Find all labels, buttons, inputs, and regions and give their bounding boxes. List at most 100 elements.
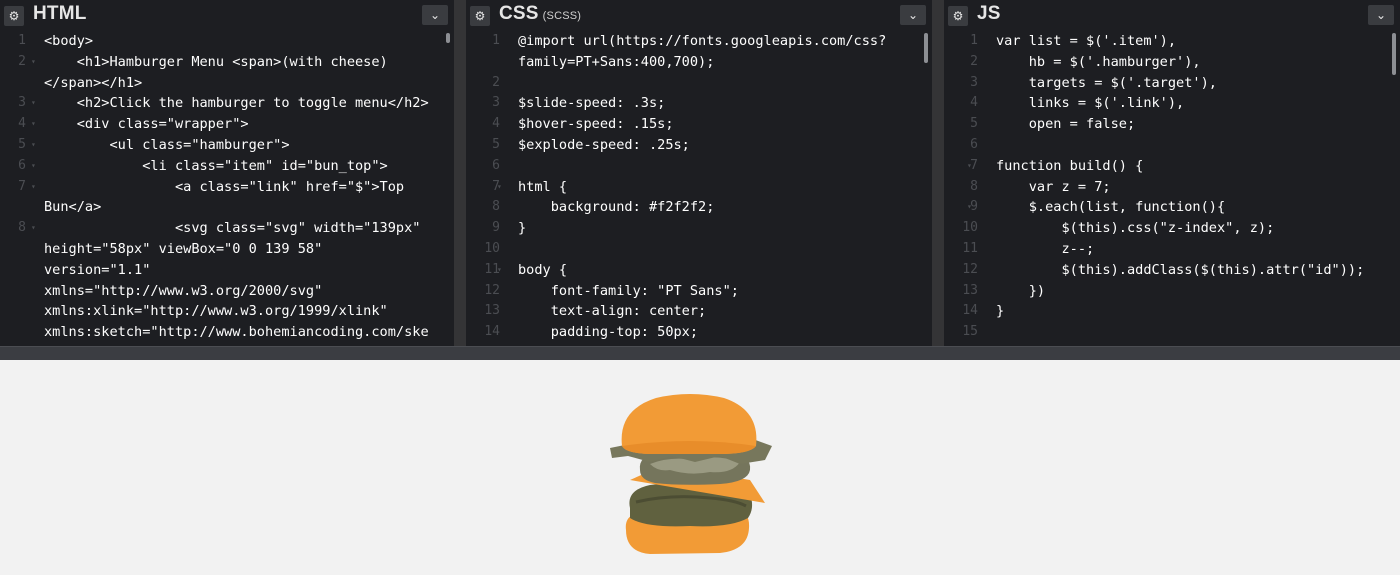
code-line[interactable]: 7 ▾ <a class="link" href="$">Top bbox=[0, 177, 454, 198]
line-number: 7 bbox=[970, 157, 978, 173]
code-line[interactable]: 5 $explode-speed: .25s; bbox=[466, 135, 932, 156]
code-line[interactable]: 8 ▾ <svg class="svg" width="139px" bbox=[0, 218, 454, 239]
code-line[interactable]: 13 }) bbox=[944, 281, 1400, 302]
code-line[interactable]: 2 hb = $('.hamburger'), bbox=[944, 52, 1400, 73]
code-line[interactable]: 11 z--; bbox=[944, 239, 1400, 260]
code-line[interactable]: 12 $(this).addClass($(this).attr("id")); bbox=[944, 260, 1400, 281]
code-line[interactable]: family=PT+Sans:400,700); bbox=[466, 52, 932, 73]
fold-toggle-icon[interactable]: ▾ bbox=[31, 177, 36, 198]
code-line[interactable]: 11 ▾ body { bbox=[466, 260, 932, 281]
line-number: 1 bbox=[492, 33, 500, 48]
code-text: $slide-speed: .3s; bbox=[518, 95, 666, 112]
fold-toggle-icon[interactable]: ▾ bbox=[31, 218, 36, 239]
html-code-editor[interactable]: 1 <body> 2 ▾ <h1>Hamburger Menu <span>(with… bbox=[0, 31, 454, 346]
code-line[interactable]: 8 background: #f2f2f2; bbox=[466, 197, 932, 218]
css-editor-panel: ⚙ CSS (SCSS) ⌄ 1 @import url(https://fonts… bbox=[466, 0, 932, 346]
gear-icon[interactable]: ⚙ bbox=[4, 6, 24, 26]
code-line[interactable]: 9} bbox=[466, 218, 932, 239]
line-number: 9 bbox=[970, 199, 978, 215]
code-text: background: #f2f2f2; bbox=[518, 199, 715, 216]
code-text: $.each(list, function(){ bbox=[996, 199, 1226, 216]
gear-icon[interactable]: ⚙ bbox=[470, 6, 490, 26]
code-line[interactable]: 4 ▾ <div class="wrapper"> bbox=[0, 114, 454, 135]
code-line[interactable]: 5 open = false; bbox=[944, 114, 1400, 135]
code-line[interactable]: 10 $(this).css("z-index", z); bbox=[944, 218, 1400, 239]
code-line[interactable]: 8 var z = 7; bbox=[944, 177, 1400, 198]
code-line[interactable]: 7 ▾ html { bbox=[466, 177, 932, 198]
chevron-down-icon[interactable]: ⌄ bbox=[1368, 5, 1394, 25]
code-line[interactable]: 13 text-align: center; bbox=[466, 301, 932, 322]
fold-toggle-icon[interactable]: ▾ bbox=[31, 93, 36, 114]
css-code-editor[interactable]: 1 @import url(https://fonts.googleapis.co… bbox=[466, 31, 932, 346]
result-preview bbox=[0, 360, 1400, 575]
gear-icon[interactable]: ⚙ bbox=[948, 6, 968, 26]
line-number: 5 bbox=[970, 116, 978, 132]
code-text: Bun</a> bbox=[44, 199, 102, 216]
code-text: family=PT+Sans:400,700); bbox=[518, 53, 715, 70]
line-number: 12 bbox=[962, 261, 978, 277]
code-line[interactable]: 2 bbox=[466, 73, 932, 94]
code-text: @import url(https://fonts.googleapis.com… bbox=[518, 33, 887, 49]
code-line[interactable]: 15 bbox=[944, 322, 1400, 343]
code-line[interactable]: 14} bbox=[944, 301, 1400, 322]
code-line[interactable]: 2 ▾ <h1>Hamburger Menu <span>(with cheese… bbox=[0, 52, 454, 73]
resize-handle[interactable] bbox=[0, 346, 1400, 360]
code-line[interactable]: 1 <body> bbox=[0, 31, 454, 52]
html-scrollbar[interactable] bbox=[446, 33, 450, 43]
code-line[interactable]: 3 $slide-speed: .3s; bbox=[466, 93, 932, 114]
code-line[interactable]: 6 bbox=[466, 156, 932, 177]
fold-toggle-icon[interactable]: ▾ bbox=[31, 156, 36, 177]
line-number: 1 bbox=[18, 33, 26, 48]
fold-toggle-icon[interactable]: ▾ bbox=[31, 135, 36, 156]
code-text: $(this).addClass($(this).attr("id")); bbox=[996, 261, 1365, 278]
css-panel-header: ⚙ CSS (SCSS) ⌄ bbox=[466, 0, 932, 31]
code-text: <body> bbox=[44, 33, 94, 49]
code-text: xmlns:xlink="http://www.w3.org/1999/xlin… bbox=[44, 303, 388, 320]
js-scrollbar[interactable] bbox=[1392, 33, 1396, 75]
code-line[interactable]: 12 font-family: "PT Sans"; bbox=[466, 281, 932, 302]
code-line[interactable]: 3 ▾ <h2>Click the hamburger to toggle men… bbox=[0, 93, 454, 114]
code-line[interactable]: xmlns="http://www.w3.org/2000/svg" bbox=[0, 281, 454, 302]
fold-toggle-icon[interactable]: ▾ bbox=[967, 197, 972, 218]
line-number: 7 bbox=[18, 178, 26, 194]
css-scrollbar[interactable] bbox=[924, 33, 928, 63]
fold-toggle-icon[interactable]: ▾ bbox=[31, 52, 36, 73]
code-line[interactable]: </span></h1> bbox=[0, 73, 454, 94]
fold-toggle-icon[interactable]: ▾ bbox=[497, 177, 502, 198]
code-line[interactable]: xmlns:xlink="http://www.w3.org/1999/xlin… bbox=[0, 301, 454, 322]
fold-toggle-icon[interactable]: ▾ bbox=[967, 156, 972, 177]
line-number: 3 bbox=[492, 95, 500, 111]
fold-toggle-icon[interactable]: ▾ bbox=[497, 260, 502, 281]
code-line[interactable]: version="1.1" bbox=[0, 260, 454, 281]
code-text: <div class="wrapper"> bbox=[44, 116, 249, 133]
js-code-editor[interactable]: 1 var list = $('.item'), 2 hb = $('.hambur… bbox=[944, 31, 1400, 346]
code-line[interactable]: 3 targets = $('.target'), bbox=[944, 73, 1400, 94]
code-line[interactable]: 6 ▾ <li class="item" id="bun_top"> bbox=[0, 156, 454, 177]
code-text: xmlns="http://www.w3.org/2000/svg" bbox=[44, 282, 323, 299]
code-line[interactable]: 4 links = $('.link'), bbox=[944, 93, 1400, 114]
code-line[interactable]: 1 @import url(https://fonts.googleapis.co… bbox=[466, 31, 932, 52]
chevron-down-icon[interactable]: ⌄ bbox=[900, 5, 926, 25]
code-line[interactable]: 14 padding-top: 50px; bbox=[466, 322, 932, 343]
code-line[interactable]: 4 $hover-speed: .15s; bbox=[466, 114, 932, 135]
line-number: 4 bbox=[18, 116, 26, 132]
chevron-down-icon[interactable]: ⌄ bbox=[422, 5, 448, 25]
code-line[interactable]: 5 ▾ <ul class="hamburger"> bbox=[0, 135, 454, 156]
fold-toggle-icon[interactable]: ▾ bbox=[31, 114, 36, 135]
code-line[interactable]: Bun</a> bbox=[0, 197, 454, 218]
code-line[interactable]: 7 ▾ function build() { bbox=[944, 156, 1400, 177]
code-text: </span></h1> bbox=[44, 74, 143, 91]
code-line[interactable]: 6 bbox=[944, 135, 1400, 156]
code-line[interactable]: 9 ▾ $.each(list, function(){ bbox=[944, 197, 1400, 218]
editors-area: ⚙ HTML ⌄ 1 <body> 2 ▾ <h1>Hamburger Menu <s… bbox=[0, 0, 1400, 346]
line-number: 13 bbox=[484, 303, 500, 319]
line-number: 2 bbox=[18, 53, 26, 69]
line-number: 2 bbox=[970, 53, 978, 69]
line-number: 3 bbox=[18, 95, 26, 111]
code-line[interactable]: 10 bbox=[466, 239, 932, 260]
code-text: padding-top: 50px; bbox=[518, 324, 699, 341]
code-line[interactable]: xmlns:sketch="http://www.bohemiancoding.… bbox=[0, 322, 454, 343]
hamburger-illustration[interactable] bbox=[600, 390, 780, 565]
code-line[interactable]: height="58px" viewBox="0 0 139 58" bbox=[0, 239, 454, 260]
code-line[interactable]: 1 var list = $('.item'), bbox=[944, 31, 1400, 52]
